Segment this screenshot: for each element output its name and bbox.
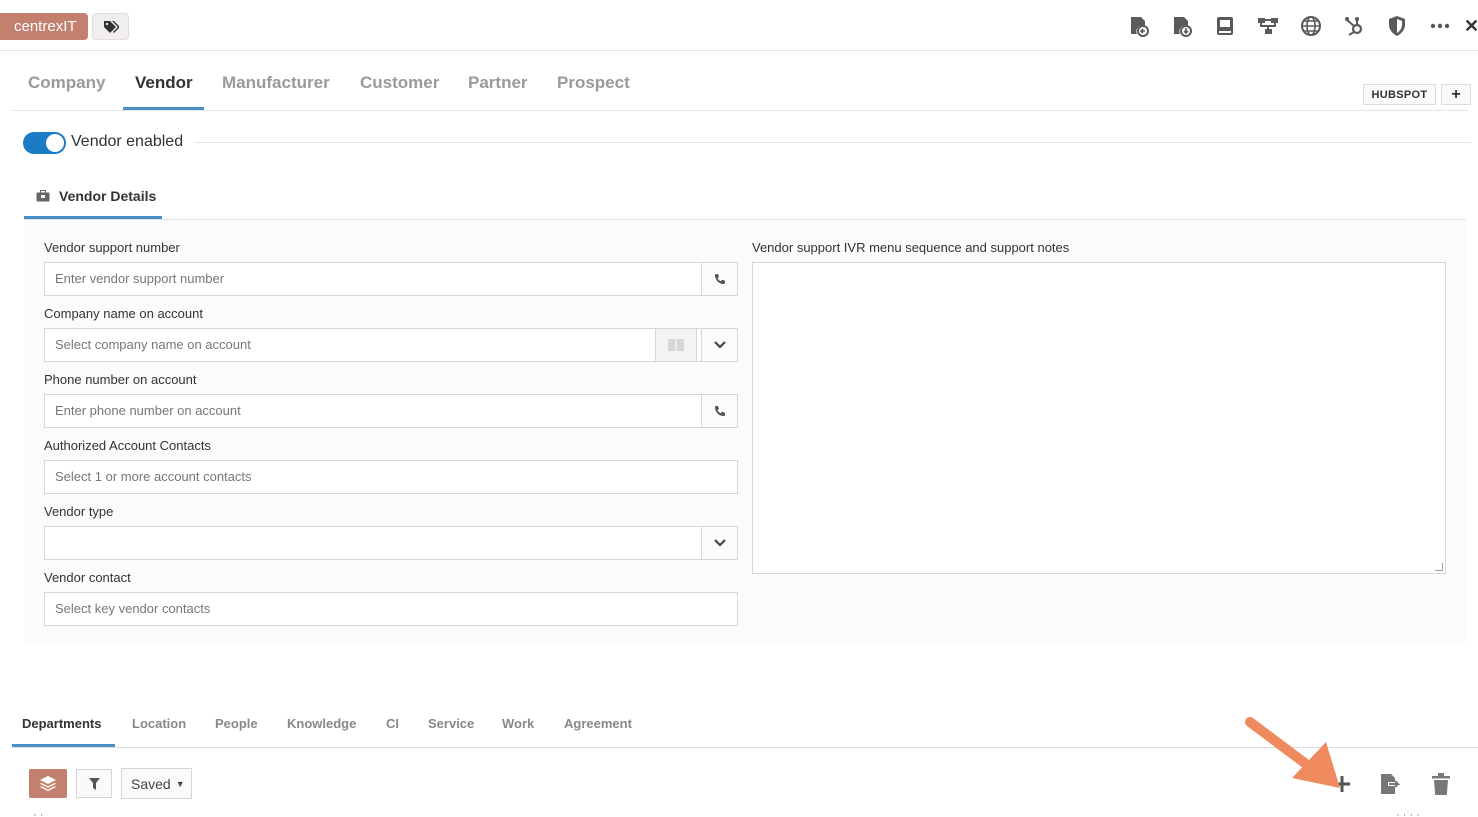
tab-agreement[interactable]: Agreement: [564, 716, 632, 747]
main-tabs: Company Vendor Manufacturer Customer Par…: [12, 64, 1468, 111]
tag-icon: [103, 20, 119, 33]
hubspot-button[interactable]: HUBSPOT: [1363, 84, 1436, 105]
hubspot-icon[interactable]: [1340, 12, 1368, 40]
company-name-placeholder: Select company name on account: [55, 337, 251, 352]
tab-customer[interactable]: Customer: [360, 73, 439, 110]
tab-vendor[interactable]: Vendor: [123, 73, 204, 110]
company-name-label: Company name on account: [44, 306, 203, 321]
resize-handle[interactable]: [1435, 563, 1443, 571]
authorized-contacts-select[interactable]: Select 1 or more account contacts: [44, 460, 738, 494]
vendor-enabled-label: Vendor enabled: [71, 133, 184, 150]
divider: [195, 142, 1471, 143]
support-number-input[interactable]: Enter vendor support number: [44, 262, 738, 296]
section-tab-vendor-details[interactable]: Vendor Details: [24, 178, 162, 219]
tab-work[interactable]: Work: [502, 716, 534, 747]
record-back-icon[interactable]: [1125, 12, 1153, 40]
book-icon[interactable]: [1211, 12, 1239, 40]
phone-number-label: Phone number on account: [44, 372, 197, 387]
trash-icon[interactable]: [1428, 771, 1454, 797]
annotation-arrow-icon: [1245, 717, 1340, 788]
tab-company[interactable]: Company: [28, 73, 105, 110]
support-notes-label: Vendor support IVR menu sequence and sup…: [752, 240, 1070, 255]
saved-views-dropdown[interactable]: Saved ▼: [121, 768, 192, 799]
layers-button[interactable]: [29, 769, 67, 798]
top-icon-group: ✕: [1110, 12, 1478, 40]
tab-service[interactable]: Service: [428, 716, 474, 747]
tab-location[interactable]: Location: [132, 716, 186, 747]
address-book-button[interactable]: [655, 328, 697, 362]
tab-prospect[interactable]: Prospect: [557, 73, 630, 110]
company-name-select[interactable]: Select company name on account: [44, 328, 738, 362]
phone-number-input[interactable]: Enter phone number on account: [44, 394, 738, 428]
company-name-dropdown-button[interactable]: [701, 328, 738, 362]
tab-people[interactable]: People: [215, 716, 258, 747]
chevron-down-icon: [713, 539, 726, 547]
support-number-label: Vendor support number: [44, 240, 180, 255]
close-icon[interactable]: ✕: [1464, 16, 1478, 37]
layers-icon: [40, 776, 56, 791]
phone-icon: [714, 406, 725, 416]
briefcase-icon: [36, 190, 50, 202]
sitemap-icon[interactable]: [1254, 12, 1282, 40]
filter-icon: [88, 777, 100, 790]
tab-partner[interactable]: Partner: [468, 73, 528, 110]
vendor-enabled-toggle[interactable]: [23, 132, 66, 154]
phone-button[interactable]: [701, 394, 738, 428]
chevron-down-icon: [713, 341, 726, 349]
shield-icon[interactable]: [1383, 12, 1411, 40]
tab-ci[interactable]: CI: [386, 716, 399, 747]
address-book-icon: [668, 339, 684, 351]
section-title: Vendor Details: [59, 188, 157, 204]
phone-number-placeholder: Enter phone number on account: [55, 403, 241, 418]
tab-manufacturer[interactable]: Manufacturer: [222, 73, 330, 110]
vendor-contact-label: Vendor contact: [44, 570, 131, 585]
filter-button[interactable]: [76, 769, 112, 798]
clipped-text: · ·: [33, 809, 44, 817]
more-icon[interactable]: [1426, 12, 1454, 40]
top-bar: centrexIT ✕: [0, 0, 1478, 51]
clipped-text: · · · ·: [1396, 809, 1420, 817]
phone-button[interactable]: [701, 262, 738, 296]
authorized-contacts-placeholder: Select 1 or more account contacts: [55, 469, 252, 484]
add-tab-button[interactable]: +: [1441, 84, 1471, 105]
tag-button[interactable]: [92, 13, 129, 40]
phone-icon: [714, 274, 725, 284]
caret-down-icon: ▼: [175, 778, 185, 789]
vendor-type-label: Vendor type: [44, 504, 114, 519]
saved-label: Saved: [131, 775, 171, 792]
vendor-contact-placeholder: Select key vendor contacts: [55, 601, 211, 616]
vendor-type-dropdown-button[interactable]: [701, 526, 738, 560]
tab-departments[interactable]: Departments: [12, 716, 115, 747]
record-save-icon[interactable]: [1168, 12, 1196, 40]
brand-badge[interactable]: centrexIT: [0, 13, 88, 40]
vendor-contact-select[interactable]: Select key vendor contacts: [44, 592, 738, 626]
globe-icon[interactable]: [1297, 12, 1325, 40]
export-icon[interactable]: [1378, 771, 1404, 797]
support-number-placeholder: Enter vendor support number: [55, 271, 225, 286]
tab-knowledge[interactable]: Knowledge: [287, 716, 356, 747]
toggle-knob: [46, 134, 64, 152]
authorized-contacts-label: Authorized Account Contacts: [44, 438, 211, 453]
vendor-type-select[interactable]: [44, 526, 738, 560]
support-notes-textarea[interactable]: [752, 262, 1446, 574]
